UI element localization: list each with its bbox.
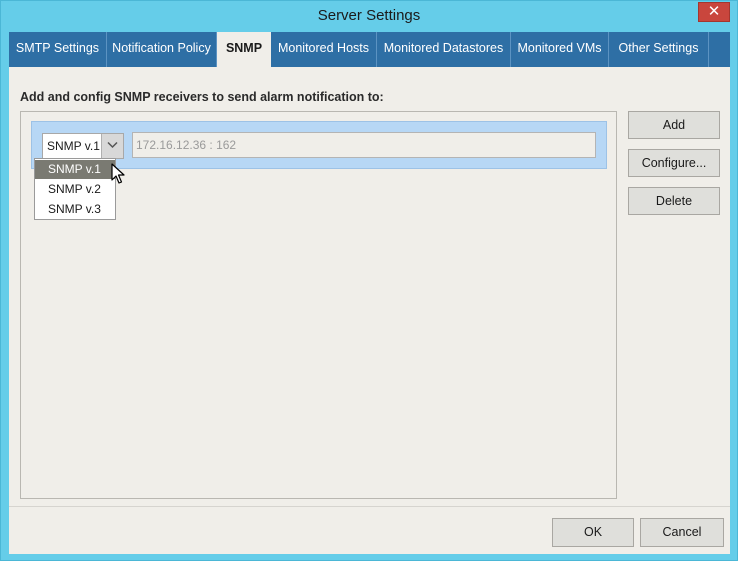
tab-monitored-hosts[interactable]: Monitored Hosts [271,32,377,67]
add-button[interactable]: Add [628,111,720,139]
mouse-pointer-icon [111,163,125,188]
ok-button[interactable]: OK [552,518,634,547]
option-snmp-v1[interactable]: SNMP v.1 [35,160,115,179]
tab-snmp[interactable]: SNMP [217,32,271,67]
option-snmp-v2[interactable]: SNMP v.2 [35,180,115,199]
tab-smtp-settings[interactable]: SMTP Settings [9,32,107,67]
cancel-button[interactable]: Cancel [640,518,724,547]
title-bar[interactable]: Server Settings ✕ [1,1,737,32]
chevron-down-icon[interactable] [101,134,123,158]
snmp-instruction: Add and config SNMP receivers to send al… [20,90,384,104]
snmp-version-dropdown: SNMP v.1 SNMP v.2 SNMP v.3 [34,158,116,220]
tab-monitored-datastores[interactable]: Monitored Datastores [377,32,511,67]
configure-button[interactable]: Configure... [628,149,720,177]
close-button[interactable]: ✕ [698,2,730,22]
snmp-version-select[interactable]: SNMP v.1 [42,133,124,159]
tab-bar: SMTP Settings Notification Policy SNMP M… [9,32,730,67]
snmp-version-value: SNMP v.1 [47,139,100,153]
snmp-receiver-address-field[interactable]: 172.16.12.36 : 162 [132,132,596,158]
tab-monitored-vms[interactable]: Monitored VMs [511,32,609,67]
snmp-receiver-row[interactable]: SNMP v.1 172.16.12.36 : 162 [31,121,607,169]
tab-notification-policy[interactable]: Notification Policy [107,32,217,67]
option-snmp-v3[interactable]: SNMP v.3 [35,200,115,219]
footer-divider [9,506,730,507]
window-title: Server Settings [317,7,421,24]
tab-other-settings[interactable]: Other Settings [609,32,709,67]
server-settings-window: Server Settings ✕ SMTP Settings Notifica… [0,0,738,561]
close-icon: ✕ [707,3,721,20]
snmp-panel: Add and config SNMP receivers to send al… [9,67,730,554]
delete-button[interactable]: Delete [628,187,720,215]
